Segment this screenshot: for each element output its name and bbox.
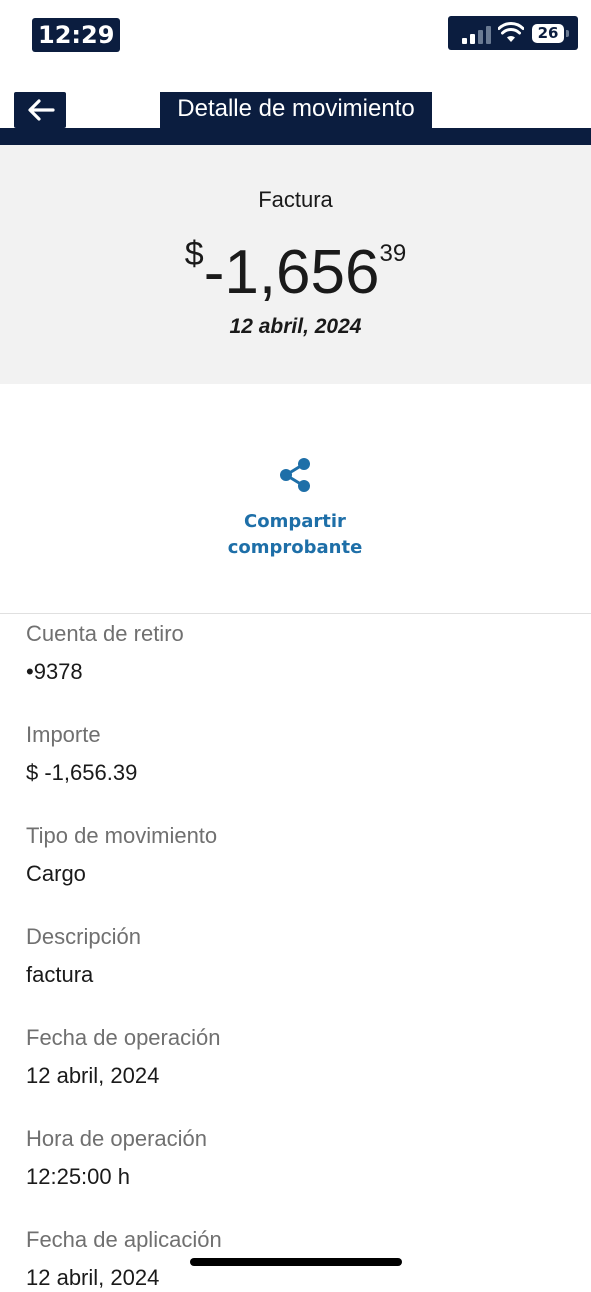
home-indicator[interactable] xyxy=(190,1258,402,1266)
detail-value: $ -1,656.39 xyxy=(26,760,138,785)
status-icons: 26 xyxy=(448,16,578,50)
status-bar: 12:29 26 xyxy=(0,0,591,78)
currency-symbol: $ xyxy=(184,235,204,273)
detail-operation-time: Hora de operación 12:25:00 h xyxy=(26,1125,566,1191)
detail-value: •9378 xyxy=(26,659,83,684)
page-title: Detalle de movimiento xyxy=(160,92,432,128)
clock-time: 12:29 xyxy=(32,18,121,52)
detail-withdrawal-account: Cuenta de retiro •9378 xyxy=(26,620,566,686)
detail-label: Importe xyxy=(26,722,101,747)
detail-label: Fecha de operación xyxy=(26,1025,221,1050)
share-label-line1: Compartir xyxy=(244,511,346,532)
detail-description: Descripción factura xyxy=(26,923,566,989)
share-receipt-label: Compartir comprobante xyxy=(195,509,395,561)
detail-value: 12:25:00 h xyxy=(26,1164,130,1189)
detail-label: Descripción xyxy=(26,924,141,949)
amount-cents: 39 xyxy=(379,240,407,267)
detail-label: Cuenta de retiro xyxy=(26,621,184,646)
navigation-bar-band xyxy=(0,128,591,145)
share-icon xyxy=(280,458,310,492)
share-label-line2: comprobante xyxy=(227,537,363,558)
share-receipt-button[interactable]: Compartir comprobante xyxy=(195,455,395,565)
detail-label: Tipo de movimiento xyxy=(26,823,218,848)
detail-operation-date: Fecha de operación 12 abril, 2024 xyxy=(26,1024,566,1090)
wifi-icon xyxy=(498,22,524,42)
movement-date: 12 abril, 2024 xyxy=(229,315,362,338)
amount-main: -1,656 xyxy=(203,238,380,307)
battery-tip xyxy=(566,30,569,37)
detail-label: Hora de operación xyxy=(26,1126,208,1151)
section-divider xyxy=(0,613,591,614)
detail-movement-type: Tipo de movimiento Cargo xyxy=(26,822,566,888)
movement-type-title: Factura xyxy=(258,187,333,212)
cellular-signal-icon xyxy=(462,24,496,44)
arrow-left-icon xyxy=(28,99,55,121)
amount-display: $-1,65639 xyxy=(0,235,591,308)
detail-value: factura xyxy=(26,962,94,987)
battery-icon: 26 xyxy=(532,24,564,43)
detail-label: Fecha de aplicación xyxy=(26,1227,222,1252)
back-button[interactable] xyxy=(14,92,66,128)
detail-value: 12 abril, 2024 xyxy=(26,1063,160,1088)
detail-amount: Importe $ -1,656.39 xyxy=(26,721,566,787)
detail-value: Cargo xyxy=(26,861,86,886)
movement-summary: Factura $-1,65639 12 abril, 2024 xyxy=(0,145,591,384)
detail-value: 12 abril, 2024 xyxy=(26,1265,160,1290)
